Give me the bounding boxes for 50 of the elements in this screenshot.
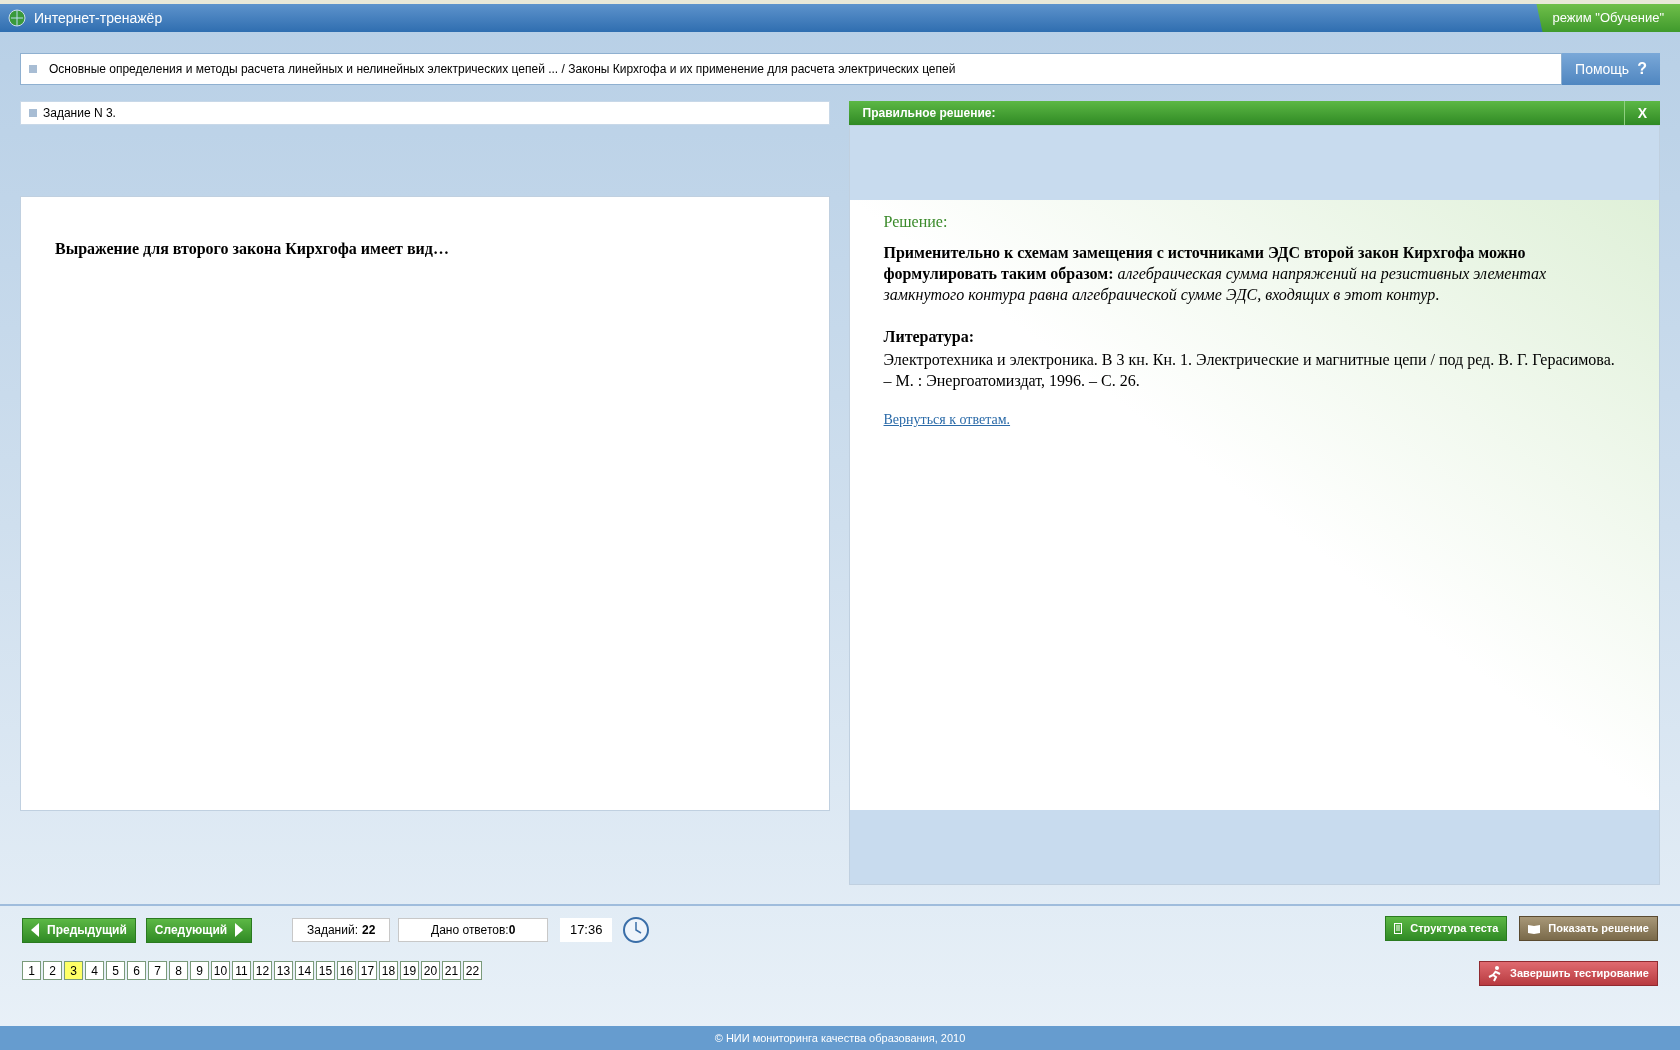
literature-text: Электротехника и электроника. В 3 кн. Кн. 1. Электрические и магнитные цепи / под ред. В. Г. Герасимова. – М. : Энергоатомиздат, 1996. – С. 26. bbox=[883, 350, 1616, 391]
page-number-button[interactable]: 2 bbox=[43, 961, 62, 980]
finish-test-button[interactable]: Завершить тестирование bbox=[1479, 961, 1658, 986]
page-number-button[interactable]: 21 bbox=[442, 961, 461, 980]
solution-text: Применительно к схемам замещения с источниками ЭДС второй закон Кирхгофа можно формулировать таким образом: алгебраическая сумма напряжений на резистивных элементах замкнутого контура равна алгебраической сумме ЭДС, входящих в этот контур. bbox=[883, 243, 1548, 305]
tasks-count: 22 bbox=[362, 922, 376, 939]
globe-icon bbox=[8, 9, 26, 27]
bullet-icon bbox=[29, 65, 37, 73]
page-number-button[interactable]: 9 bbox=[190, 961, 209, 980]
page-number-button[interactable]: 4 bbox=[85, 961, 104, 980]
page-number-button[interactable]: 20 bbox=[421, 961, 440, 980]
tasks-label: Заданий: bbox=[307, 922, 358, 939]
page-number-button[interactable]: 12 bbox=[253, 961, 272, 980]
question-icon: ? bbox=[1637, 57, 1647, 81]
page-number-button[interactable]: 6 bbox=[127, 961, 146, 980]
page-number-button[interactable]: 7 bbox=[148, 961, 167, 980]
document-icon bbox=[1394, 923, 1403, 934]
book-icon bbox=[1528, 923, 1541, 934]
timer: 17:36 bbox=[560, 918, 613, 942]
right-arrow-icon bbox=[235, 923, 244, 937]
running-person-icon bbox=[1488, 965, 1503, 982]
answers-label: Дано ответов: bbox=[431, 922, 509, 939]
show-solution-button[interactable]: Показать решение bbox=[1519, 916, 1658, 941]
page-number-button[interactable]: 15 bbox=[316, 961, 335, 980]
bullet-icon bbox=[29, 109, 37, 117]
page-number-button[interactable]: 22 bbox=[463, 961, 482, 980]
page-number-button[interactable]: 3 bbox=[64, 961, 83, 980]
page-number-button[interactable]: 11 bbox=[232, 961, 251, 980]
breadcrumb-text: Основные определения и методы расчета линейных и нелинейных электрических цепей ... / Законы Кирхгофа и их применение для расчета электрических цепей bbox=[49, 61, 956, 78]
page-number-button[interactable]: 17 bbox=[358, 961, 377, 980]
answers-count: 0 bbox=[508, 922, 516, 939]
question-text: Выражение для второго закона Кирхгофа имеет вид… bbox=[55, 239, 450, 260]
clock-icon bbox=[622, 916, 651, 944]
solution-heading: Решение: bbox=[883, 212, 949, 232]
left-arrow-icon bbox=[31, 923, 39, 937]
page-number-button[interactable]: 1 bbox=[22, 961, 41, 980]
solution-title: Правильное решение: bbox=[861, 105, 996, 122]
page-number-button[interactable]: 18 bbox=[379, 961, 398, 980]
back-link[interactable]: Вернуться к ответам. bbox=[883, 412, 1011, 427]
page-number-button[interactable]: 8 bbox=[169, 961, 188, 980]
window-title: Интернет-тренажёр bbox=[34, 8, 163, 28]
page-number-button[interactable]: 13 bbox=[274, 961, 293, 980]
page-number-button[interactable]: 19 bbox=[400, 961, 419, 980]
page-number-button[interactable]: 5 bbox=[106, 961, 125, 980]
task-title: Задание N 3. bbox=[43, 105, 116, 122]
page-number-button[interactable]: 16 bbox=[337, 961, 356, 980]
literature-heading: Литература: bbox=[883, 327, 975, 348]
page-number-button[interactable]: 10 bbox=[211, 961, 230, 980]
footer-text: © НИИ мониторинга качества образования, 2010 bbox=[714, 1030, 966, 1046]
page-number-button[interactable]: 14 bbox=[295, 961, 314, 980]
